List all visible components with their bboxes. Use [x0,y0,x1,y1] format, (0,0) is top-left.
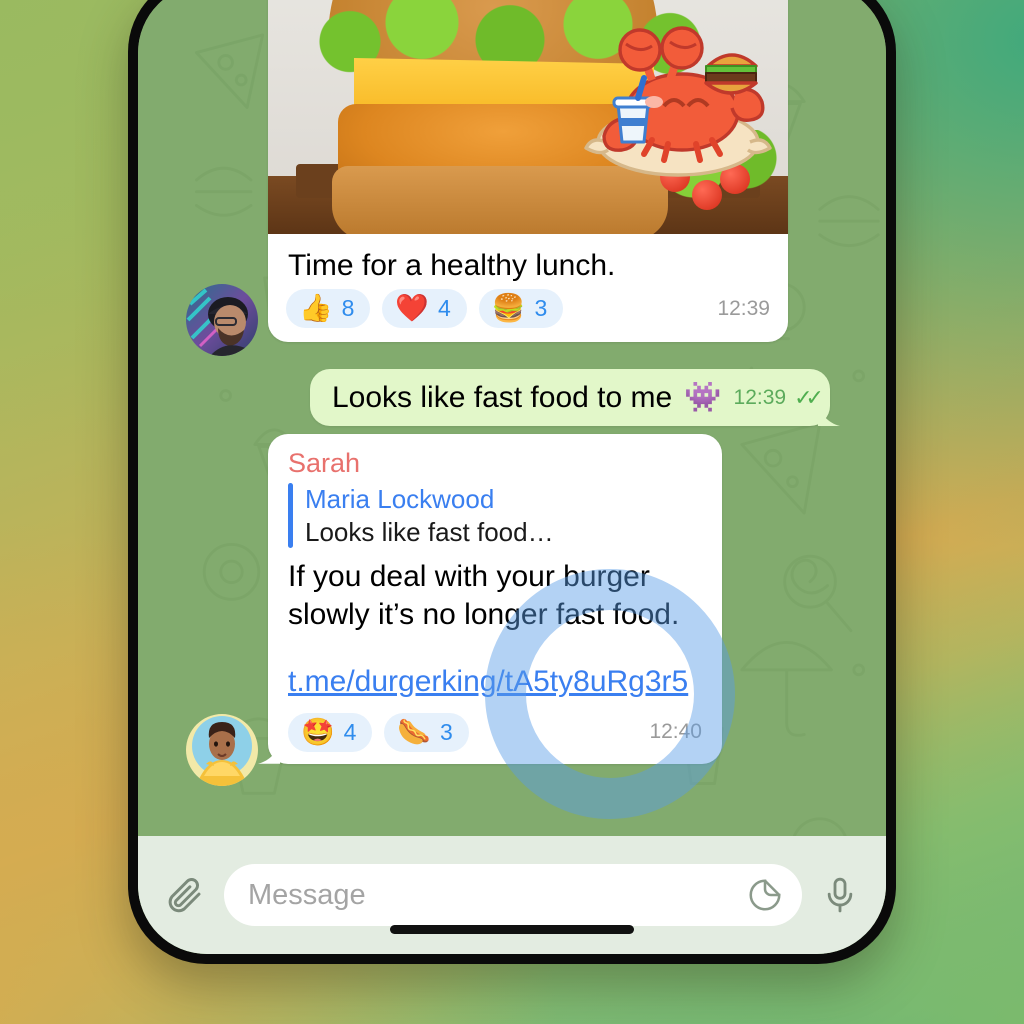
home-indicator [390,925,634,934]
avatar-sender-photo-message[interactable] [186,284,258,356]
avatar-woman-yellow [186,714,258,786]
quoted-sender-name: Maria Lockwood [305,484,495,514]
reaction-list: 🤩 4 🌭 3 [288,712,469,752]
photo-message-footer: 👍 8 ❤️ 4 🍔 3 12:39 [268,289,788,342]
burger-photo[interactable] [268,0,788,234]
microphone-icon [827,877,853,913]
reaction-count: 3 [440,718,453,745]
message-timestamp: 12:40 [649,720,702,744]
phone-screen: 8 [138,0,886,954]
reaction-list: 👍 8 ❤️ 4 🍔 3 [286,289,564,329]
message-input[interactable]: Message [224,864,802,926]
voice-record-button[interactable] [820,875,860,915]
star-struck-icon: 🤩 [301,716,335,747]
hot-dog-icon: 🌭 [397,716,432,747]
reaction-count: 4 [438,295,451,322]
reaction-hot-dog[interactable]: 🌭 3 [384,712,469,752]
crab-sticker [584,26,772,177]
red-heart-icon: ❤️ [395,293,430,324]
avatar-sender-reply-message[interactable] [186,714,258,786]
quoted-message-text: Looks like fast food… [305,516,554,547]
message-list[interactable]: Time for a healthy lunch. 👍 8 ❤️ 4 🍔 3 1… [138,0,886,954]
attach-button[interactable] [164,874,206,916]
message-bubble-photo[interactable]: Time for a healthy lunch. 👍 8 ❤️ 4 🍔 3 1… [268,0,788,343]
reaction-count: 4 [343,718,357,745]
photo-caption: Time for a healthy lunch. [288,249,616,282]
quote-accent-bar [288,483,293,548]
message-bubble-reply[interactable]: Sarah Maria Lockwood Looks like fast foo… [268,434,722,764]
read-receipt-icon: ✓✓ [794,384,824,410]
phone-frame: 8 [128,0,896,964]
quoted-message[interactable]: Maria Lockwood Looks like fast food… [288,483,702,548]
paperclip-icon [168,878,201,913]
avatar-man-beanie [186,284,258,356]
reaction-hamburger[interactable]: 🍔 3 [478,289,564,329]
message-composer-bar: Message [138,836,886,954]
reaction-count: 3 [534,295,548,322]
message-timestamp: 12:39 [717,296,770,320]
outgoing-message-text: Looks like fast food to me [332,380,673,414]
message-link[interactable]: t.me/durgerking/tA5ty8uRg3r5 [288,665,702,699]
sticker-icon [749,879,781,911]
sender-name: Sarah [288,448,361,478]
reaction-count: 8 [341,295,355,322]
thumbs-up-icon: 👍 [299,293,333,324]
message-text: If you deal with your burger slowly it’s… [288,560,680,632]
reaction-star-struck[interactable]: 🤩 4 [288,712,373,752]
alien-monster-emoji: 👾 [684,381,722,414]
message-input-placeholder: Message [248,878,366,911]
message-bubble-outgoing[interactable]: Looks like fast food to me 👾 12:39 ✓✓ [310,369,830,426]
sticker-button[interactable] [746,876,784,914]
message-timestamp: 12:39 [733,385,787,409]
reply-message-footer: 🤩 4 🌭 3 12:40 [288,699,702,752]
reaction-thumbs-up[interactable]: 👍 8 [286,289,371,329]
hamburger-icon: 🍔 [491,293,526,324]
reaction-red-heart[interactable]: ❤️ 4 [382,289,467,329]
